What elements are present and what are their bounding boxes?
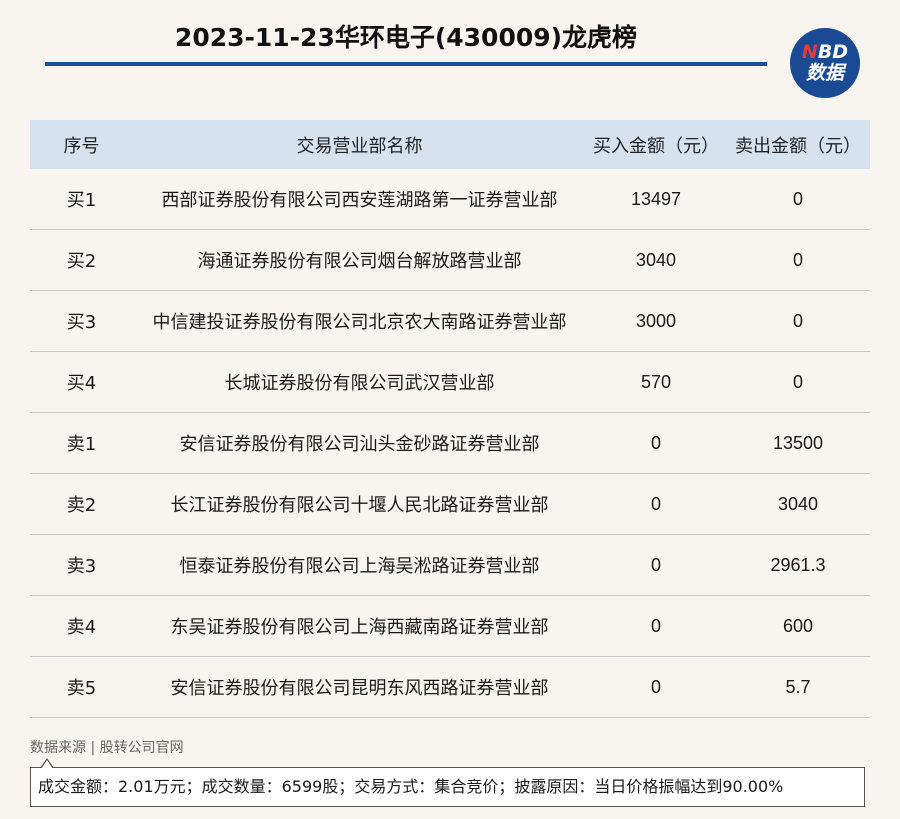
- table-row: 卖3 恒泰证券股份有限公司上海吴淞路证券营业部 0 2961.3: [30, 534, 870, 596]
- data-source: 数据来源 | 股转公司官网: [30, 740, 184, 756]
- branch-name: 安信证券股份有限公司汕头金砂路证券营业部: [133, 412, 586, 474]
- sell-amount: 5.7: [726, 656, 870, 718]
- header-branch: 交易营业部名称: [133, 120, 586, 169]
- logo-data: 数据: [805, 62, 844, 84]
- buy-amount: 0: [586, 412, 726, 474]
- buy-amount: 0: [586, 656, 726, 718]
- sell-amount: 3040: [726, 473, 870, 535]
- buy-amount: 570: [586, 351, 726, 413]
- table-row: 买1 西部证券股份有限公司西安莲湖路第一证券营业部 13497 0: [30, 169, 870, 230]
- branch-name: 西部证券股份有限公司西安莲湖路第一证券营业部: [133, 169, 586, 230]
- branch-name: 长城证券股份有限公司武汉营业部: [133, 351, 586, 413]
- buy-amount: 13497: [586, 169, 726, 230]
- buy-amount: 0: [586, 595, 726, 657]
- branch-name: 中信建投证券股份有限公司北京农大南路证券营业部: [133, 290, 586, 352]
- row-index: 买3: [30, 290, 133, 352]
- sell-amount: 0: [726, 290, 870, 352]
- table-row: 卖2 长江证券股份有限公司十堰人民北路证券营业部 0 3040: [30, 473, 870, 535]
- table-row: 卖1 安信证券股份有限公司汕头金砂路证券营业部 0 13500: [30, 412, 870, 474]
- row-index: 卖4: [30, 595, 133, 657]
- logo-n: N: [801, 41, 818, 63]
- header-index: 序号: [30, 120, 133, 169]
- row-index: 卖1: [30, 412, 133, 474]
- buy-amount: 0: [586, 534, 726, 596]
- header-sell-amount: 卖出金额（元）: [726, 120, 870, 169]
- row-index: 买1: [30, 169, 133, 230]
- table-row: 买2 海通证券股份有限公司烟台解放路营业部 3040 0: [30, 229, 870, 291]
- trade-summary-note: 成交金额：2.01万元；成交数量：6599股；交易方式：集合竞价；披露原因：当日…: [30, 767, 865, 807]
- sell-amount: 2961.3: [726, 534, 870, 596]
- buy-amount: 0: [586, 473, 726, 535]
- sell-amount: 0: [726, 169, 870, 230]
- branch-name: 安信证券股份有限公司昆明东风西路证券营业部: [133, 656, 586, 718]
- buy-amount: 3000: [586, 290, 726, 352]
- row-index: 卖3: [30, 534, 133, 596]
- table-row: 买3 中信建投证券股份有限公司北京农大南路证券营业部 3000 0: [30, 290, 870, 352]
- table-header-row: 序号 交易营业部名称 买入金额（元） 卖出金额（元）: [30, 120, 870, 169]
- row-index: 买4: [30, 351, 133, 413]
- sell-amount: 0: [726, 351, 870, 413]
- row-index: 卖2: [30, 473, 133, 535]
- row-index: 卖5: [30, 656, 133, 718]
- branch-name: 恒泰证券股份有限公司上海吴淞路证券营业部: [133, 534, 586, 596]
- title-underline: [45, 62, 767, 66]
- dragon-tiger-table: 序号 交易营业部名称 买入金额（元） 卖出金额（元） 买1 西部证券股份有限公司…: [30, 120, 870, 718]
- page-title: 2023-11-23华环电子(430009)龙虎榜: [174, 23, 638, 52]
- table-row: 卖4 东吴证券股份有限公司上海西藏南路证券营业部 0 600: [30, 595, 870, 657]
- logo-bd: BD: [817, 41, 849, 63]
- header-buy-amount: 买入金额（元）: [586, 120, 726, 169]
- note-pointer-fill: [41, 760, 53, 769]
- branch-name: 长江证券股份有限公司十堰人民北路证券营业部: [133, 473, 586, 535]
- nbd-logo: NBD 数据: [790, 28, 860, 98]
- table-row: 卖5 安信证券股份有限公司昆明东风西路证券营业部 0 5.7: [30, 656, 870, 718]
- table-row: 买4 长城证券股份有限公司武汉营业部 570 0: [30, 351, 870, 413]
- branch-name: 海通证券股份有限公司烟台解放路营业部: [133, 229, 586, 291]
- sell-amount: 600: [726, 595, 870, 657]
- sell-amount: 0: [726, 229, 870, 291]
- sell-amount: 13500: [726, 412, 870, 474]
- row-index: 买2: [30, 229, 133, 291]
- buy-amount: 3040: [586, 229, 726, 291]
- branch-name: 东吴证券股份有限公司上海西藏南路证券营业部: [133, 595, 586, 657]
